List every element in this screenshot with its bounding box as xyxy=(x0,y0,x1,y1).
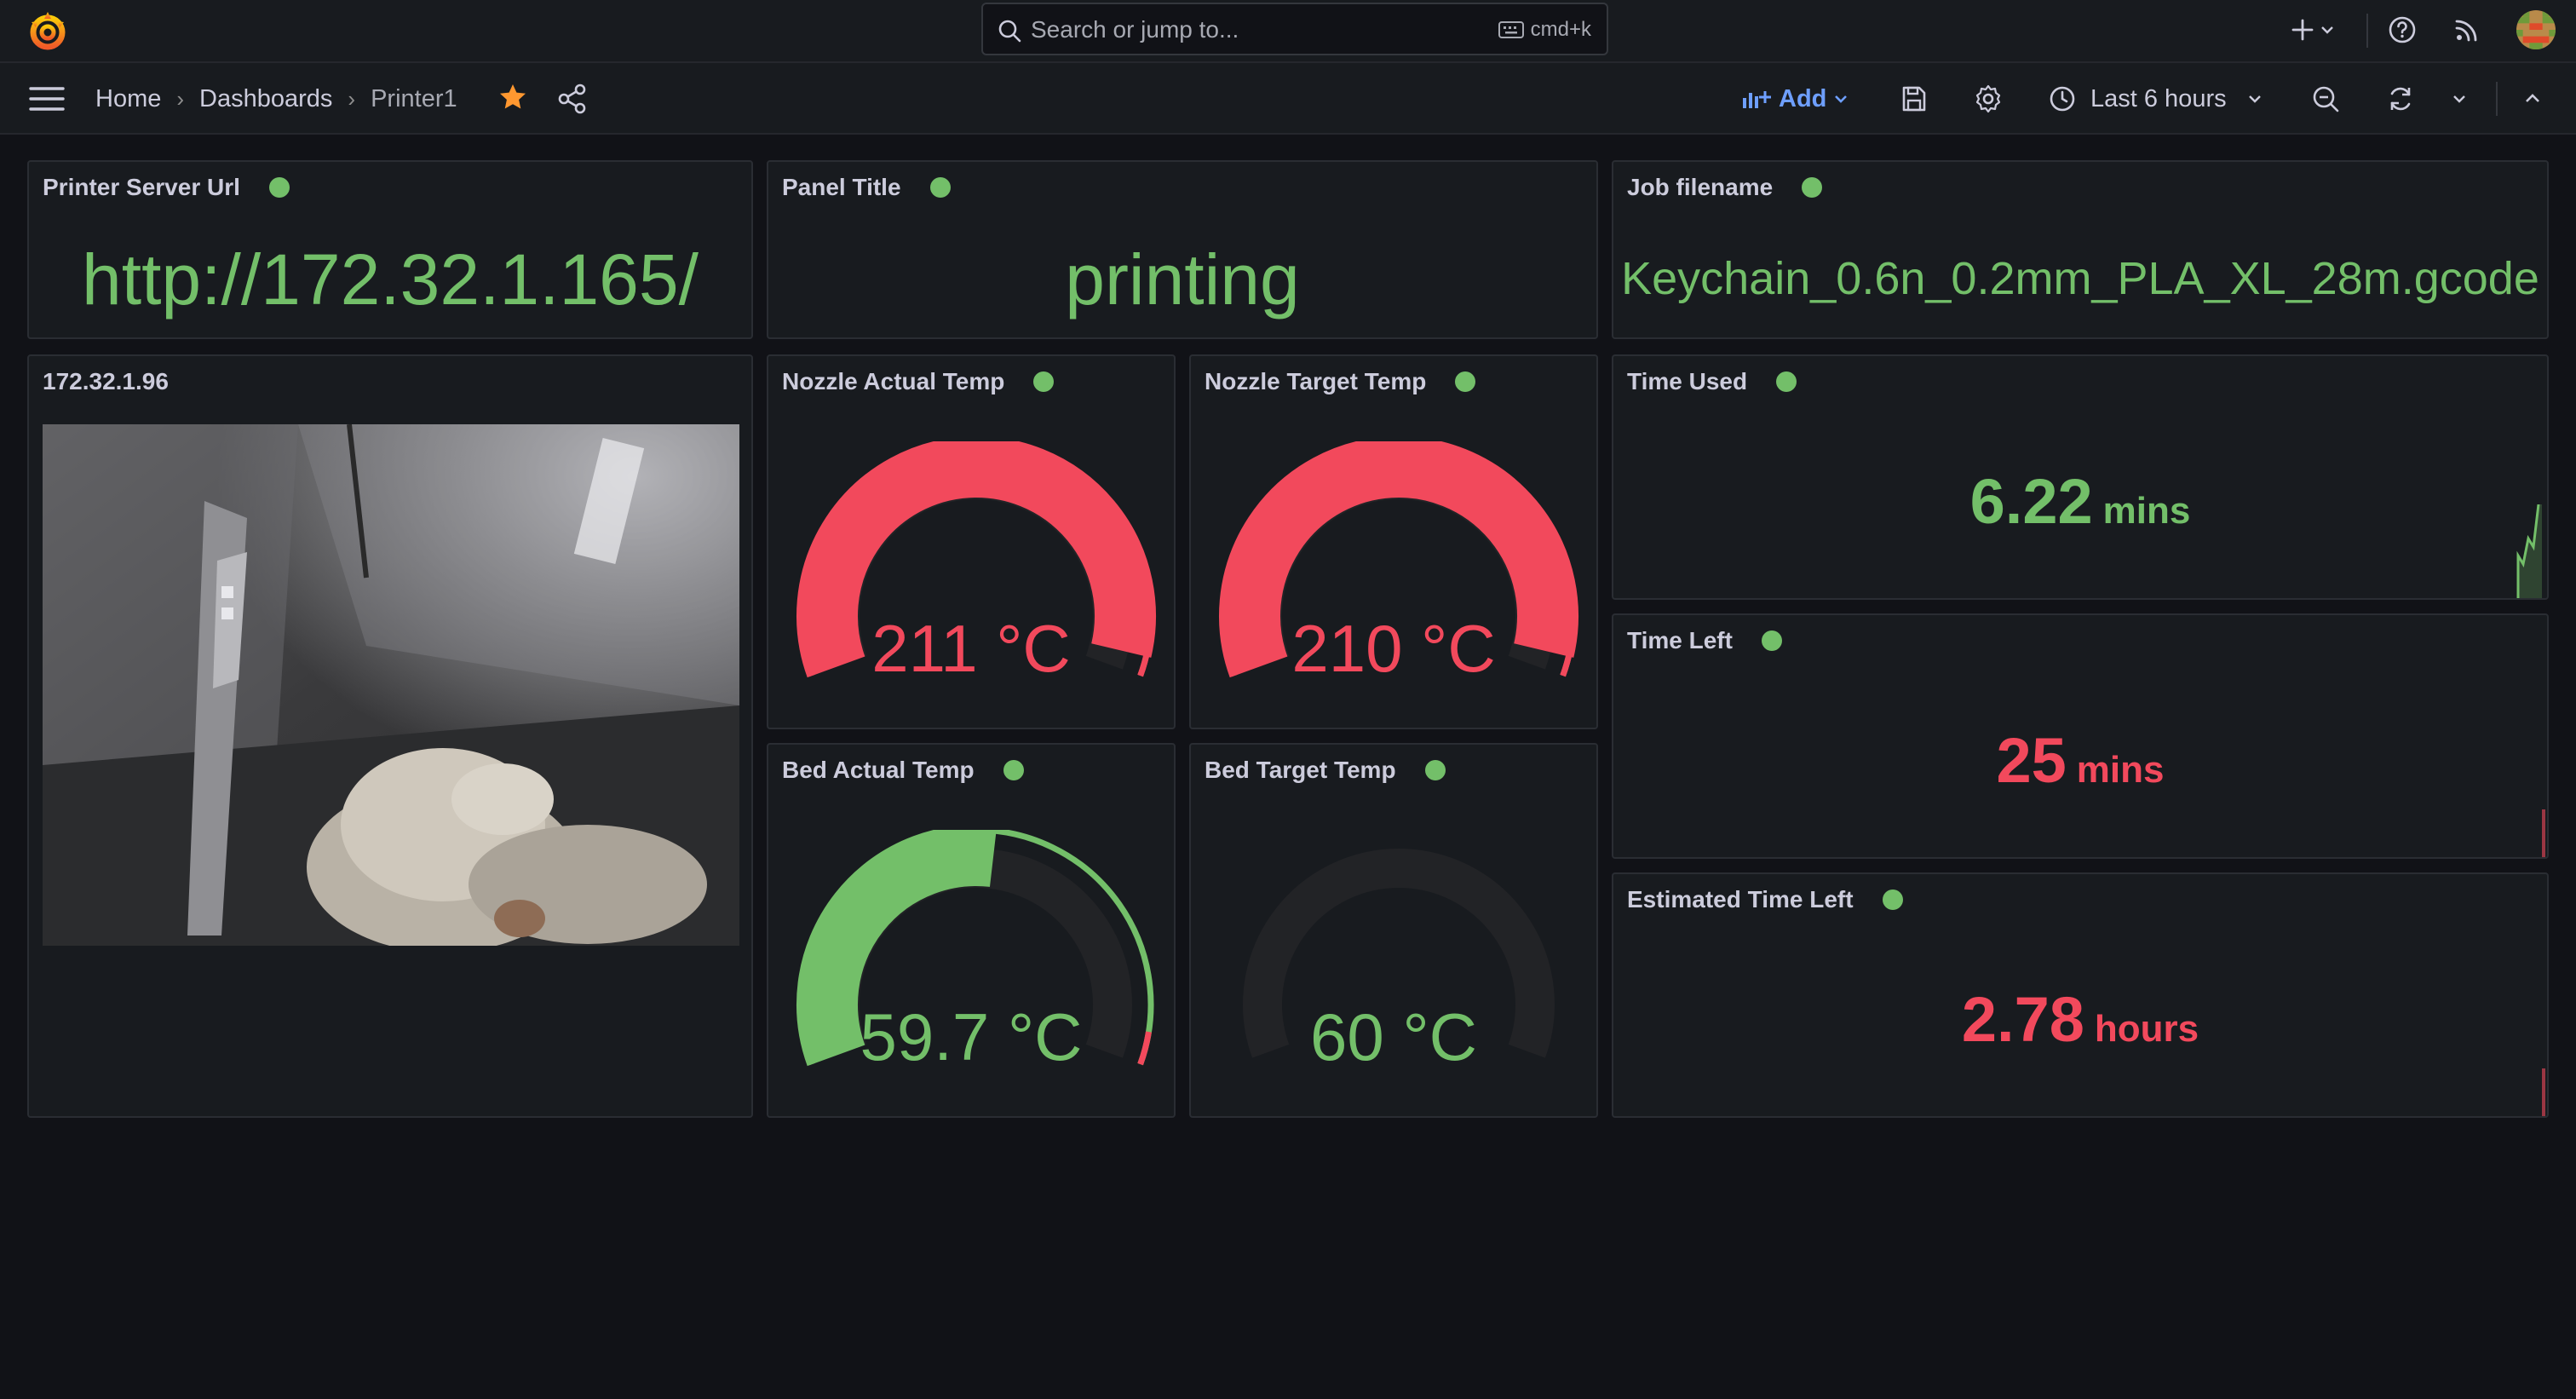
add-panel-icon xyxy=(1743,91,1771,108)
status-dot xyxy=(268,177,290,198)
breadcrumb-current: Printer1 xyxy=(371,84,457,112)
panel-camera: 172.32.1.96 xyxy=(27,354,753,1118)
add-button[interactable]: Add xyxy=(1741,82,1850,116)
chevron-right-icon: › xyxy=(348,85,356,112)
time-used-unit: mins xyxy=(2102,490,2191,532)
refresh-interval-dropdown[interactable] xyxy=(2450,82,2469,116)
panel-title[interactable]: Panel Title xyxy=(782,174,951,201)
status-dot xyxy=(1455,371,1476,392)
estimated-time-left-unit: hours xyxy=(2094,1008,2199,1050)
chevron-down-icon xyxy=(2453,95,2465,103)
panel-title[interactable]: Job filename xyxy=(1627,174,1823,201)
add-button-label: Add xyxy=(1779,84,1827,112)
save-dashboard-button[interactable] xyxy=(1898,82,1929,116)
status-dot xyxy=(929,177,951,198)
job-filename-value: Keychain_0.6n_0.2mm_PLA_XL_28m.gcode xyxy=(1621,253,2539,304)
status-dot xyxy=(1761,630,1782,651)
search-icon xyxy=(998,20,1021,43)
breadcrumb: Home › Dashboards › Printer1 xyxy=(95,82,457,116)
time-left-stat: 25 mins xyxy=(1613,724,2547,797)
shortcut-label: cmd+k xyxy=(1530,18,1591,41)
panel-title[interactable]: Estimated Time Left xyxy=(1627,886,1903,913)
help-icon xyxy=(2389,16,2416,43)
server-url-value: http://172.32.1.165/ xyxy=(82,239,699,320)
status-dot xyxy=(1802,177,1823,198)
share-icon[interactable] xyxy=(555,82,589,116)
panel-bed-target-temp: Bed Target Temp 60 °C xyxy=(1189,743,1598,1118)
panel-title[interactable]: Printer Server Url xyxy=(43,174,290,201)
keyboard-icon xyxy=(1498,21,1524,38)
menu-icon[interactable] xyxy=(29,85,65,112)
divider xyxy=(2366,14,2368,48)
camera-feed-image xyxy=(43,424,739,946)
search-shortcut-hint: cmd+k xyxy=(1498,18,1591,42)
status-dot xyxy=(1003,760,1024,780)
chevron-up-icon xyxy=(2526,94,2539,102)
panel-title[interactable]: Time Used xyxy=(1627,368,1797,395)
time-range-label: Last 6 hours xyxy=(2090,84,2227,112)
breadcrumb-dashboards[interactable]: Dashboards xyxy=(199,85,332,113)
news-button[interactable] xyxy=(2452,0,2482,60)
new-menu-button[interactable] xyxy=(2288,0,2337,60)
chevron-right-icon: › xyxy=(176,85,185,112)
panel-status: Panel Title printing xyxy=(767,160,1598,339)
panel-title[interactable]: 172.32.1.96 xyxy=(43,368,169,395)
time-used-stat: 6.22 mins xyxy=(1613,465,2547,538)
status-value: printing xyxy=(1065,239,1300,320)
refresh-button[interactable] xyxy=(2385,82,2416,116)
grafana-logo-icon[interactable] xyxy=(26,9,70,53)
chevron-down-icon xyxy=(2248,95,2261,103)
bed-actual-value: 59.7 °C xyxy=(860,999,1083,1074)
nozzle-actual-value: 211 °C xyxy=(871,611,1071,686)
panel-bed-actual-temp: Bed Actual Temp 59.7 °C xyxy=(767,743,1176,1118)
refresh-icon xyxy=(2390,87,2411,111)
collapse-nav-button[interactable] xyxy=(2521,82,2544,116)
save-icon xyxy=(1902,86,1926,112)
zoom-out-button[interactable] xyxy=(2310,82,2341,116)
time-range-picker[interactable]: Last 6 hours xyxy=(2048,82,2264,116)
search-box[interactable]: cmd+k xyxy=(981,3,1608,55)
status-dot xyxy=(1033,371,1055,392)
estimated-time-left-value: 2.78 xyxy=(1961,984,2084,1055)
chevron-down-icon xyxy=(1835,95,1848,103)
estimated-time-left-stat: 2.78 hours xyxy=(1613,983,2547,1056)
plus-icon xyxy=(2291,19,2314,41)
breadcrumb-home[interactable]: Home xyxy=(95,85,161,113)
panel-estimated-time-left: Estimated Time Left 2.78 hours xyxy=(1612,872,2549,1118)
panel-title[interactable]: Nozzle Actual Temp xyxy=(782,368,1055,395)
time-used-sparkline xyxy=(2516,504,2542,598)
clock-icon xyxy=(2050,86,2075,112)
zoom-out-icon xyxy=(2313,86,2339,112)
time-used-value: 6.22 xyxy=(1969,466,2093,537)
panel-time-left: Time Left 25 mins xyxy=(1612,613,2549,859)
status-dot xyxy=(1424,760,1446,780)
help-button[interactable] xyxy=(2387,0,2418,60)
panel-title[interactable]: Bed Target Temp xyxy=(1205,757,1446,784)
panel-title[interactable]: Bed Actual Temp xyxy=(782,757,1024,784)
star-icon[interactable] xyxy=(497,82,528,112)
panel-nozzle-target-temp: Nozzle Target Temp 210 °C xyxy=(1189,354,1598,729)
status-dot xyxy=(1776,371,1797,392)
search-input[interactable] xyxy=(1031,13,1440,47)
time-left-value: 25 xyxy=(1996,725,2067,796)
panel-title[interactable]: Time Left xyxy=(1627,627,1782,654)
rss-icon xyxy=(2455,20,2477,42)
bed-target-value: 60 °C xyxy=(1310,999,1477,1074)
panel-time-used: Time Used 6.22 mins xyxy=(1612,354,2549,600)
panel-title[interactable]: Nozzle Target Temp xyxy=(1205,368,1476,395)
user-avatar[interactable] xyxy=(2516,10,2556,49)
time-left-sparkline xyxy=(2542,809,2545,857)
chevron-down-icon xyxy=(2321,26,2333,34)
panel-job-filename: Job filename Keychain_0.6n_0.2mm_PLA_XL_… xyxy=(1612,160,2549,339)
top-bar: cmd+k xyxy=(0,0,2576,63)
panel-nozzle-actual-temp: Nozzle Actual Temp 211 °C xyxy=(767,354,1176,729)
status-dot xyxy=(1882,889,1903,910)
panel-printer-server-url: Printer Server Url http://172.32.1.165/ xyxy=(27,160,753,339)
gear-icon xyxy=(1975,84,2001,113)
estimated-time-left-sparkline xyxy=(2542,1068,2545,1116)
divider xyxy=(2496,82,2498,116)
nozzle-target-value: 210 °C xyxy=(1291,611,1496,686)
time-left-unit: mins xyxy=(2076,749,2165,791)
dashboard-settings-button[interactable] xyxy=(1973,82,2004,116)
